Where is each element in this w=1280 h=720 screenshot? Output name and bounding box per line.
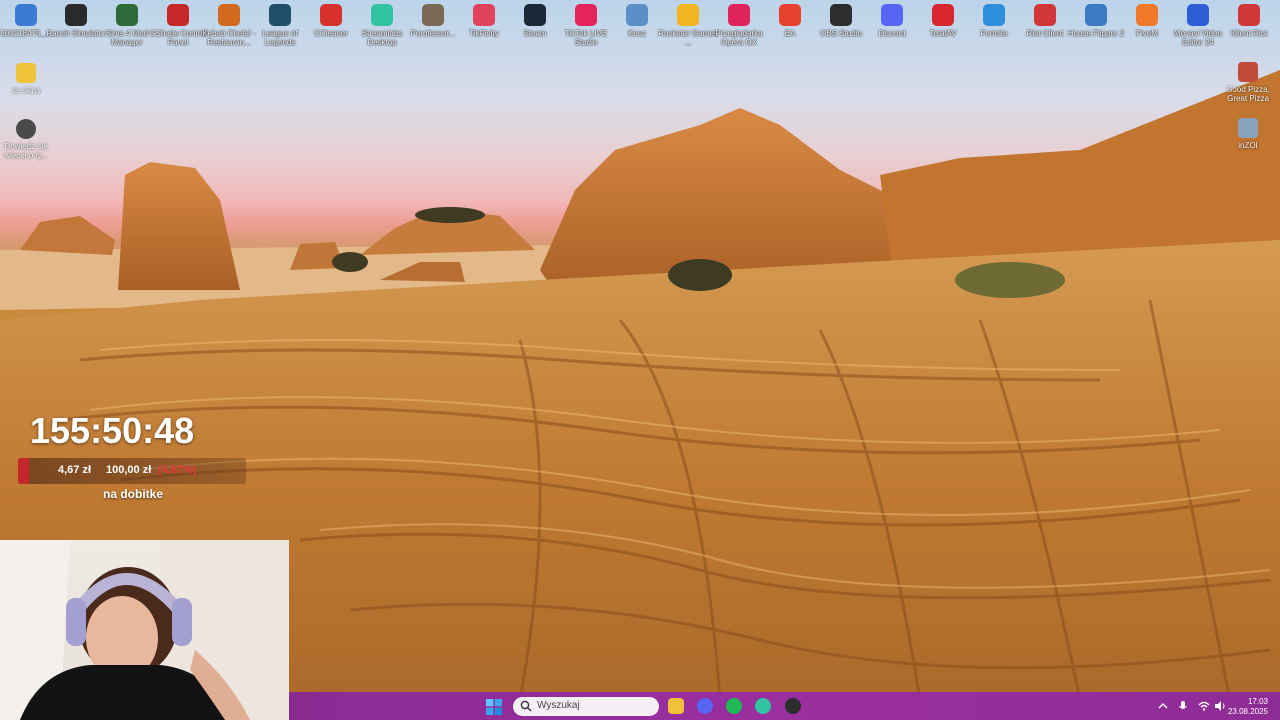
discord-icon [881, 4, 903, 26]
fivem-icon [1136, 4, 1158, 26]
document-icon [15, 4, 37, 26]
fortnite-icon [983, 4, 1005, 26]
totalav-icon [932, 4, 954, 26]
desktop-icon-learn-more[interactable]: Dowiedz się więcej o ty... [0, 119, 56, 160]
riot-client-icon [1034, 4, 1056, 26]
donation-goal-bar: 4,67 zł 100,00 zł (4,67%) [18, 458, 246, 484]
good-pizza-icon [1238, 62, 1258, 82]
league-of-legends-icon [269, 4, 291, 26]
clock-time: 17:03 [1247, 697, 1268, 706]
steam-icon [524, 4, 546, 26]
webcam-person-image [0, 540, 289, 720]
learn-more-icon [16, 119, 36, 139]
desktop-icon-good-pizza[interactable]: Good Pizza, Great Pizza [1218, 62, 1278, 103]
inzoi-icon [1238, 118, 1258, 138]
search-icon [520, 700, 532, 712]
goal-percent: (4,67%) [158, 464, 197, 476]
donation-goal-progress [18, 458, 29, 484]
house-flipper-icon [1085, 4, 1107, 26]
riot-client-icon [1238, 4, 1260, 26]
streamlabs-icon [371, 4, 393, 26]
recycle-bin-icon [626, 4, 648, 26]
opera-gx-icon [728, 4, 750, 26]
streamlabs-icon[interactable] [755, 698, 771, 714]
gshade-icon [167, 4, 189, 26]
spotify-icon[interactable] [726, 698, 742, 714]
kebab-chefs-icon [218, 4, 240, 26]
desktop-icon-riot-client[interactable]: Klient Riot [1217, 4, 1280, 38]
discord-icon[interactable] [697, 698, 713, 714]
stream-timer: 155:50:48 [30, 410, 195, 451]
taskbar: Wyszukaj 17:03 23.08.2025 [289, 692, 1280, 720]
desktop-icon-ss-skins[interactable]: ss skins [0, 63, 56, 95]
tikfinity-icon [473, 4, 495, 26]
porofessor-icon [422, 4, 444, 26]
ranch-simulator-icon [65, 4, 87, 26]
microphone-icon[interactable] [1176, 699, 1190, 713]
obs-icon [830, 4, 852, 26]
ea-icon [779, 4, 801, 26]
clock-date: 23.08.2025 [1227, 707, 1268, 716]
chevron-up-icon[interactable] [1156, 699, 1170, 713]
goal-current-amount: 4,67 zł [58, 464, 92, 476]
speaker-icon[interactable] [1213, 699, 1227, 713]
webcam-overlay [0, 540, 289, 720]
folder-icon [16, 63, 36, 83]
movavi-icon [1187, 4, 1209, 26]
tiktok-icon [575, 4, 597, 26]
taskbar-clock[interactable]: 17:03 23.08.2025 [1228, 697, 1268, 717]
file-explorer-icon[interactable] [668, 698, 684, 714]
obs-icon[interactable] [785, 698, 801, 714]
taskbar-search-input[interactable]: Wyszukaj [513, 697, 659, 716]
goal-target-amount: 100,00 zł [106, 464, 152, 476]
goal-caption: na dobitke [103, 487, 164, 501]
wifi-icon[interactable] [1197, 699, 1211, 713]
rockstar-icon [677, 4, 699, 26]
windows-start-icon[interactable] [486, 699, 502, 715]
desktop-icon-label: Klient Riot [1230, 29, 1268, 38]
desktop-icon-inzoi[interactable]: inZOI [1218, 118, 1278, 150]
sims-icon [116, 4, 138, 26]
search-placeholder: Wyszukaj [537, 700, 580, 711]
ccleaner-icon [320, 4, 342, 26]
